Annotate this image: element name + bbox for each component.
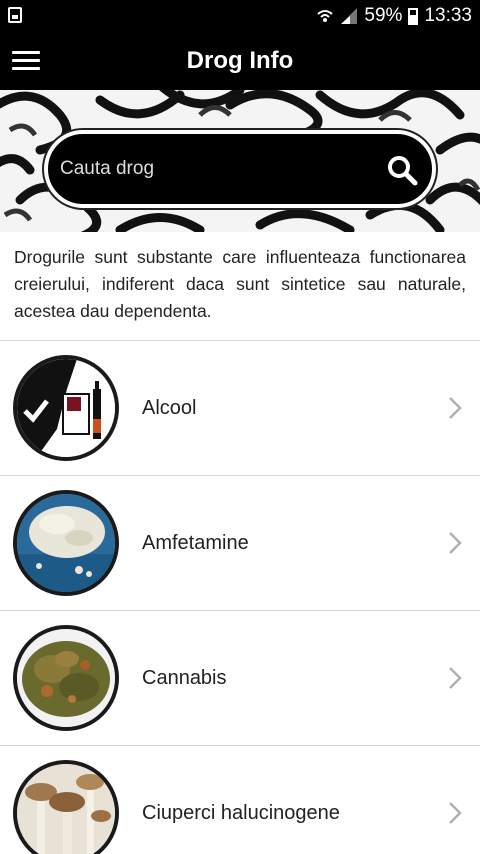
intro-description: Drogurile sunt substante care influentea… [14, 247, 466, 321]
chevron-right-icon [449, 802, 462, 824]
drug-list: Alcool Amfetamine Cannabis Ciuperci halu… [0, 340, 480, 854]
search-icon[interactable] [386, 154, 418, 186]
list-item-amfetamine[interactable]: Amfetamine [0, 475, 480, 610]
gallery-notification-icon [8, 7, 22, 23]
cannabis-thumbnail [13, 625, 119, 731]
mushrooms-thumbnail [13, 760, 119, 854]
page-title: Drog Info [186, 47, 294, 74]
list-item-label: Ciuperci halucinogene [142, 802, 340, 824]
list-item-label: Amfetamine [142, 532, 249, 554]
amphetamine-thumbnail [13, 490, 119, 596]
list-item-ciuperci-halucinogene[interactable]: Ciuperci halucinogene [0, 745, 480, 854]
chevron-right-icon [449, 397, 462, 419]
list-item-cannabis[interactable]: Cannabis [0, 610, 480, 745]
list-item-label: Cannabis [142, 667, 227, 689]
list-item-label: Alcool [142, 397, 197, 419]
battery-percent: 59% [364, 5, 403, 26]
wifi-icon [316, 7, 334, 25]
hamburger-menu-icon[interactable] [12, 50, 42, 72]
status-bar: 59% 13:33 [0, 0, 480, 32]
list-item-alcool[interactable]: Alcool [0, 340, 480, 475]
signal-icon [340, 7, 358, 25]
status-right: 59% 13:33 [316, 0, 472, 32]
search-banner [0, 90, 480, 232]
clock: 13:33 [424, 5, 472, 26]
app-bar: Drog Info [0, 32, 480, 90]
alcohol-thumbnail [13, 355, 119, 461]
chevron-right-icon [449, 532, 462, 554]
chevron-right-icon [449, 667, 462, 689]
battery-icon [408, 7, 419, 25]
search-input[interactable] [60, 134, 360, 204]
search-box [44, 130, 436, 208]
